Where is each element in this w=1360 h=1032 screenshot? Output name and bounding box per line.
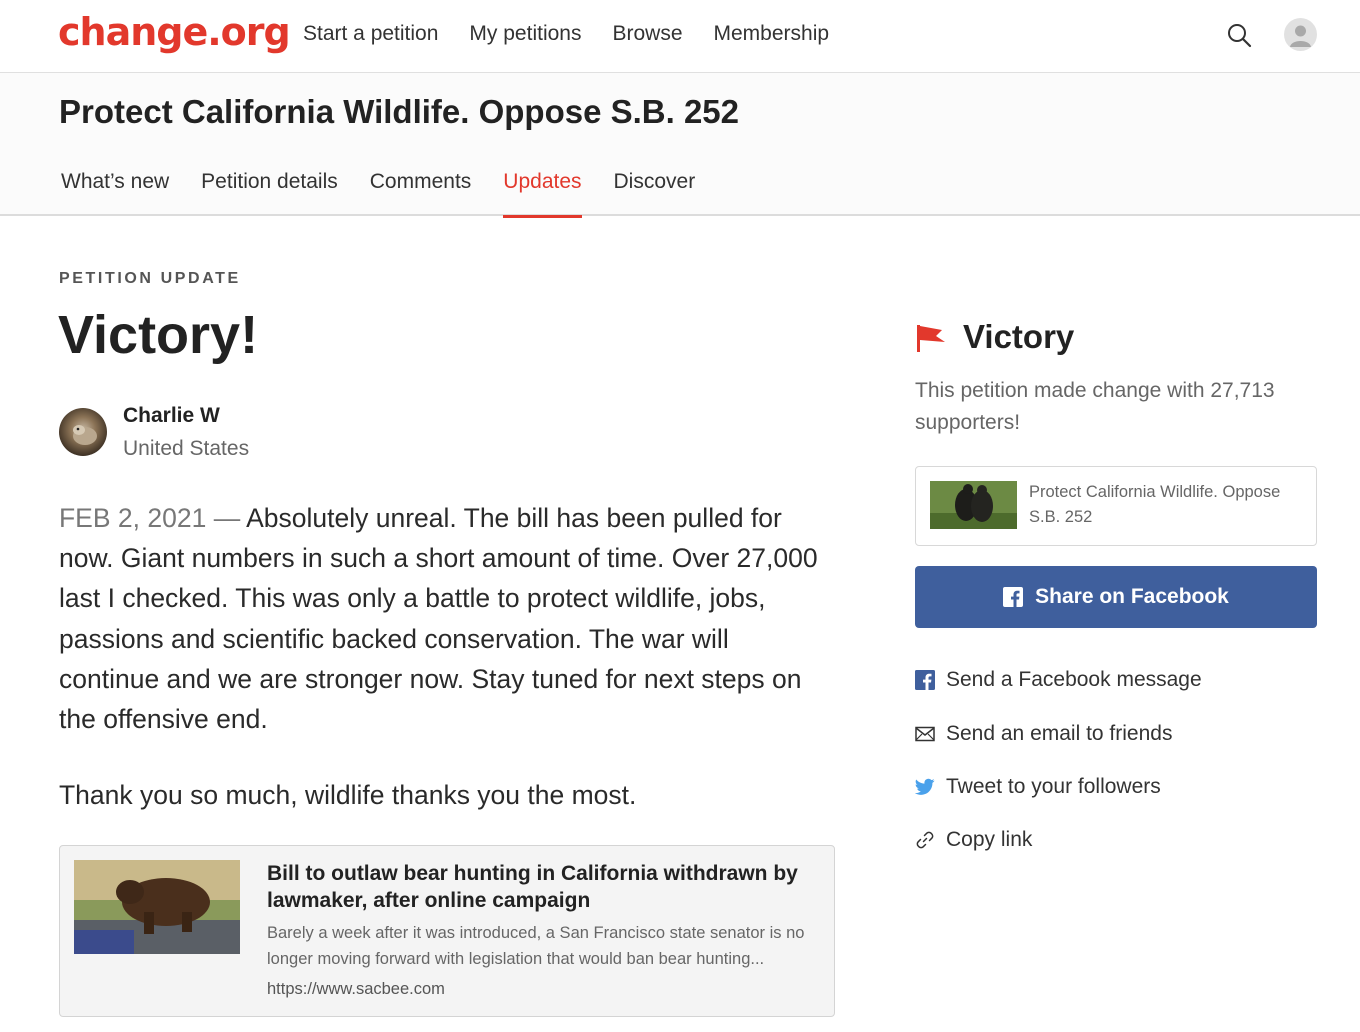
share-on-facebook-button[interactable]: Share on Facebook [915,566,1317,628]
victory-subtitle: This petition made change with 27,713 su… [915,379,1275,434]
user-avatar-icon[interactable] [1284,18,1317,51]
flag-icon [915,322,947,354]
news-link-url[interactable]: https://www.sacbee.com [267,980,445,999]
email-icon [915,724,935,744]
victory-title: Victory [963,318,1075,355]
copy-link[interactable]: Copy link [915,822,1032,858]
date-separator: — [206,503,247,533]
news-link-title[interactable]: Bill to outlaw bear hunting in Californi… [267,860,817,914]
send-email-to-friends[interactable]: Send an email to friends [915,716,1172,752]
twitter-icon [915,777,935,797]
change-org-logo[interactable]: change.org [58,10,291,54]
petition-tabs: What’s new Petition details Comments Upd… [61,168,728,218]
facebook-icon [915,670,935,690]
link-icon [915,830,935,850]
bears-thumbnail [930,481,1017,529]
author-name[interactable]: Charlie W [123,404,220,428]
copy-link-label: Copy link [946,828,1033,851]
tweet-label: Tweet to your followers [946,775,1161,798]
update-headline: Victory! [58,305,259,365]
update-eyebrow: PETITION UPDATE [59,270,241,287]
send-facebook-message-label: Send a Facebook message [946,668,1202,691]
top-navigation: change.org Start a petition My petitions… [0,0,1360,73]
update-body: FEB 2, 2021 — Absolutely unreal. The bil… [59,498,834,739]
petition-mini-card-title: Protect California Wildlife. Oppose S.B.… [1029,483,1281,526]
send-facebook-message[interactable]: Send a Facebook message [915,662,1202,698]
update-date: FEB 2, 2021 [59,503,207,533]
tab-updates[interactable]: Updates [503,168,613,218]
petition-mini-card[interactable]: Protect California Wildlife. Oppose S.B.… [915,466,1317,546]
nav-browse[interactable]: Browse [612,22,682,46]
nav-membership[interactable]: Membership [714,22,830,46]
search-icon[interactable] [1225,21,1253,49]
author-location: United States [123,437,250,460]
share-on-facebook-label: Share on Facebook [1035,585,1229,608]
author-avatar[interactable] [59,408,107,456]
nav-my-petitions[interactable]: My petitions [469,22,581,46]
update-body-text: Absolutely unreal. The bill has been pul… [59,503,818,735]
tab-petition-details[interactable]: Petition details [201,168,370,216]
petition-header: Protect California Wildlife. Oppose S.B.… [0,73,1360,218]
news-link-description: Barely a week after it was introduced, a… [267,924,805,968]
main-nav: Start a petition My petitions Browse Mem… [303,22,829,46]
facebook-icon [1003,587,1024,607]
send-email-label: Send an email to friends [946,722,1173,745]
tab-whats-new[interactable]: What’s new [61,168,201,216]
tab-comments[interactable]: Comments [370,168,504,216]
tweet-to-followers[interactable]: Tweet to your followers [915,769,1161,805]
tab-discover[interactable]: Discover [614,168,728,216]
nav-start-petition[interactable]: Start a petition [303,22,438,46]
bear-article-image [74,860,240,954]
petition-title: Protect California Wildlife. Oppose S.B.… [59,93,740,130]
news-link-card[interactable]: Bill to outlaw bear hunting in Californi… [59,845,835,1017]
update-thanks: Thank you so much, wildlife thanks you t… [59,780,637,810]
